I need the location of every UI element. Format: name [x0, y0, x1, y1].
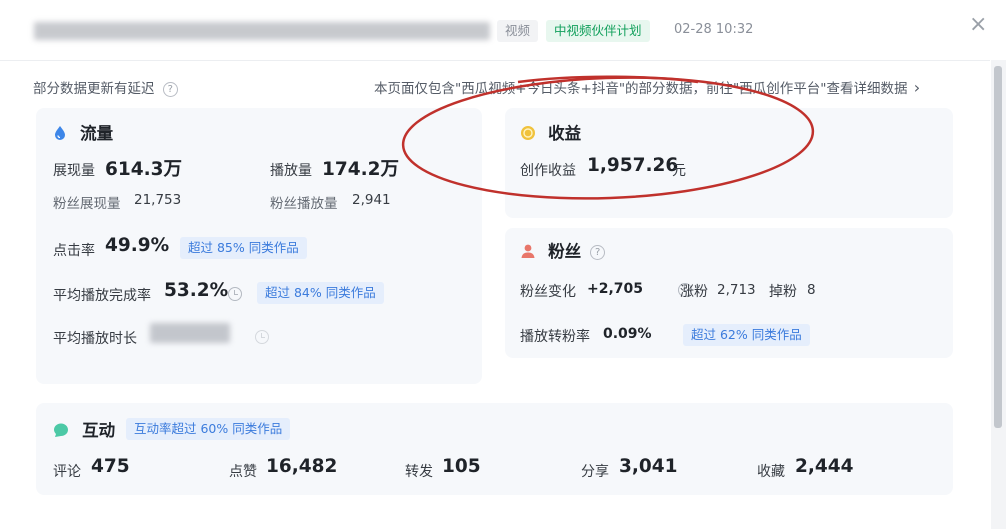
video-title-redacted: [34, 22, 490, 40]
ctr-label: 点击率: [53, 243, 95, 259]
impressions-label: 展现量: [53, 163, 95, 179]
fan-impressions-value: 21,753: [134, 192, 182, 208]
completion-badge: 超过 84% 同类作品: [257, 282, 384, 304]
shares-value: 105: [442, 456, 481, 477]
fans-title: 粉丝: [548, 242, 582, 261]
fan-impressions-label: 粉丝展现量: [53, 196, 121, 212]
fan-loss-label: 掉粉: [769, 284, 797, 300]
completion-value: 53.2%: [164, 280, 229, 301]
fans-header: 粉丝 ?: [520, 238, 606, 262]
help-icon[interactable]: ?: [162, 81, 178, 97]
duration-value-redacted: [150, 323, 230, 343]
ctr-value: 49.9%: [105, 235, 170, 256]
fan-gain-label: 涨粉: [680, 284, 708, 300]
clock-icon[interactable]: [228, 287, 242, 301]
completion-label: 平均播放完成率: [53, 288, 151, 304]
plays-value: 174.2万: [322, 159, 400, 180]
likes-label: 点赞: [229, 464, 257, 480]
update-delay-text: 部分数据更新有延迟: [33, 81, 155, 97]
interaction-card: [36, 403, 953, 495]
share-out-label: 分享: [581, 464, 609, 480]
interaction-badge: 互动率超过 60% 同类作品: [126, 418, 291, 440]
program-tag: 中视频伙伴计划: [546, 20, 650, 42]
modal-header: 视频 中视频伙伴计划 02-28 10:32 ×: [0, 0, 1006, 60]
comments-value: 475: [91, 456, 130, 477]
update-delay-notice: 部分数据更新有延迟 ?: [33, 77, 178, 97]
person-icon: [521, 244, 535, 258]
fan-plays-value: 2,941: [352, 192, 391, 208]
water-drop-icon: [55, 126, 65, 140]
chevron-right-icon[interactable]: ›: [914, 78, 920, 97]
video-type-tag: 视频: [497, 20, 539, 42]
clock-icon[interactable]: [255, 330, 270, 344]
comments-label: 评论: [53, 464, 81, 480]
fan-change-value: +2,705: [587, 281, 644, 297]
favorites-value: 2,444: [795, 456, 854, 477]
favorites-label: 收藏: [757, 464, 785, 480]
scrollbar-thumb[interactable]: [994, 66, 1002, 428]
fan-change-label: 粉丝变化: [520, 284, 576, 300]
plays-label: 播放量: [270, 163, 312, 179]
annotation-circle: [401, 75, 815, 200]
chat-bubble-icon: [54, 423, 68, 437]
interaction-title: 互动: [82, 421, 116, 440]
shares-label: 转发: [405, 464, 433, 480]
interaction-header: 互动: [53, 417, 115, 441]
help-icon[interactable]: ?: [590, 245, 606, 260]
likes-value: 16,482: [266, 456, 338, 477]
play-to-fan-rate-value: 0.09%: [603, 326, 652, 342]
fan-gain-value: 2,713: [717, 282, 756, 298]
traffic-title: 流量: [80, 124, 114, 143]
duration-label: 平均播放时长: [53, 331, 137, 347]
fan-plays-label: 粉丝播放量: [270, 196, 338, 212]
play-to-fan-rate-label: 播放转粉率: [520, 329, 590, 345]
share-out-value: 3,041: [619, 456, 678, 477]
publish-time: 02-28 10:32: [674, 22, 754, 37]
play-to-fan-badge: 超过 62% 同类作品: [683, 324, 810, 346]
traffic-header: 流量: [53, 120, 113, 144]
close-icon[interactable]: ×: [969, 14, 987, 36]
impressions-value: 614.3万: [105, 159, 183, 180]
fan-loss-value: 8: [807, 282, 816, 298]
header-divider: [0, 60, 990, 61]
ctr-badge: 超过 85% 同类作品: [180, 237, 307, 259]
